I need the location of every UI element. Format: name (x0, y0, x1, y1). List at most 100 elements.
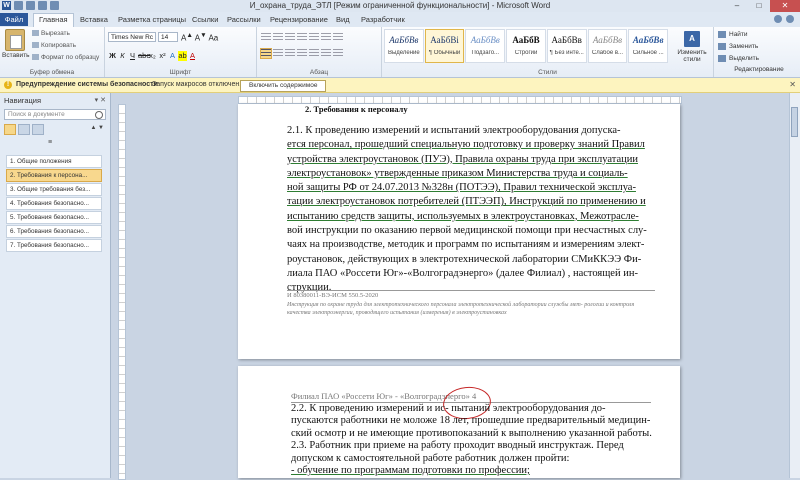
tab-developer[interactable]: Разработчик (356, 14, 410, 26)
document-page-1[interactable]: 2. Требования к персоналу 2.1. К проведе… (238, 104, 680, 359)
paste-label: Вставить (2, 52, 30, 59)
align-left-button[interactable] (260, 48, 272, 59)
underline-button[interactable]: Ч (128, 51, 137, 61)
style-intense-emphasis[interactable]: АаБбВв Сильное ... (628, 29, 669, 63)
superscript-button[interactable]: x² (158, 51, 167, 61)
scrollbar-thumb[interactable] (791, 107, 798, 137)
align-buttons-row (260, 48, 343, 59)
bold-button[interactable]: Ж (108, 51, 117, 61)
align-center-button[interactable] (273, 49, 283, 58)
tab-review[interactable]: Рецензирование (265, 14, 333, 26)
styles-group-label: Стили (538, 69, 557, 76)
line-spacing-button[interactable] (309, 49, 319, 58)
scissors-icon (32, 30, 39, 37)
text-effects-button[interactable]: A (168, 51, 177, 61)
enable-content-button[interactable]: Включить содержимое (240, 80, 327, 92)
document-page-2[interactable]: Филиал ПАО «Россети Юг» - «Волгоградэнер… (238, 366, 680, 478)
style-name: Строгий (514, 50, 538, 56)
text-line: лиала ПАО «Россети Юг»-«Волгоградэнерго»… (287, 267, 638, 279)
maximize-button[interactable]: □ (748, 0, 770, 12)
style-emphasis[interactable]: АаБбВв Выделение (384, 29, 424, 63)
replace-button[interactable]: Заменить (714, 41, 800, 53)
change-styles-button[interactable]: A Изменить стили (672, 31, 712, 63)
cut-button[interactable]: Вырезать (32, 30, 70, 37)
results-view-icon[interactable] (32, 124, 44, 135)
clipboard-group: Вставить Вырезать Копировать Формат по о… (0, 27, 105, 77)
paragraph-2-2[interactable]: 2.2. К проведению измерений и ис- пытани… (291, 403, 653, 477)
collapse-up-icon[interactable]: ≡ (48, 139, 52, 146)
borders-button[interactable] (333, 49, 343, 58)
style-preview: АаБбВв (551, 35, 582, 45)
text-line: роустановок, действующих в электротехнич… (287, 253, 642, 265)
font-color-button[interactable]: A (188, 51, 197, 61)
nav-heading-item[interactable]: 4. Требования безопасно... (6, 197, 102, 210)
nav-heading-item[interactable]: 5. Требования безопасно... (6, 211, 102, 224)
headings-view-icon[interactable] (4, 124, 16, 135)
style-subtle-emphasis[interactable]: АаБбВв Слабое в... (587, 29, 628, 63)
tab-view[interactable]: Вид (331, 14, 355, 26)
nav-heading-item[interactable]: 3. Общие требования без... (6, 183, 102, 196)
navigation-title: Навигация (4, 96, 42, 105)
subscript-button[interactable]: x₂ (148, 51, 157, 61)
find-button[interactable]: Найти (714, 29, 800, 41)
highlight-button[interactable]: ab (178, 51, 187, 61)
show-marks-button[interactable] (333, 33, 343, 42)
tab-file[interactable]: Файл (0, 13, 28, 26)
font-name-box[interactable]: Times New Rc (108, 32, 156, 42)
style-normal[interactable]: АаБбВі ¶ Обычный (424, 29, 465, 63)
pages-view-icon[interactable] (18, 124, 30, 135)
strikethrough-button[interactable]: abc (138, 51, 150, 61)
vertical-ruler[interactable] (118, 104, 126, 480)
style-strong[interactable]: АаБбВ Строгий (506, 29, 546, 63)
style-name: ¶ Без инте... (549, 50, 584, 56)
italic-button[interactable]: К (118, 51, 127, 61)
style-preview: АаБбВв (592, 35, 622, 45)
close-button[interactable]: ✕ (770, 0, 800, 12)
tab-references[interactable]: Ссылки (187, 14, 223, 26)
align-right-button[interactable] (285, 49, 295, 58)
nav-heading-item[interactable]: 7. Требования безопасно... (6, 239, 102, 252)
copy-button[interactable]: Копировать (32, 42, 76, 49)
font-size-box[interactable]: 14 (158, 32, 178, 42)
nav-heading-item[interactable]: 1. Общие положения (6, 155, 102, 168)
multilevel-list-button[interactable] (285, 33, 295, 42)
tab-mailings[interactable]: Рассылки (222, 14, 266, 26)
warning-icon: ! (4, 81, 12, 89)
decrease-indent-button[interactable] (297, 33, 307, 42)
list-buttons-row (261, 33, 343, 42)
navigation-close-icon[interactable]: ▾ ✕ (95, 96, 106, 104)
format-painter-button[interactable]: Формат по образцу (32, 54, 99, 61)
justify-button[interactable] (297, 49, 307, 58)
font-grow-shrink-buttons[interactable]: A▲ A▼ Aa (181, 32, 218, 43)
increase-indent-button[interactable] (309, 33, 319, 42)
search-icon[interactable] (95, 111, 103, 119)
tab-insert[interactable]: Вставка (75, 14, 113, 26)
ribbon-minimize-icon[interactable] (774, 15, 782, 23)
tab-home[interactable]: Главная (33, 13, 74, 27)
style-name: Выделение (387, 50, 420, 56)
style-subtitle[interactable]: АаБбВв Подзаго... (465, 29, 506, 63)
paragraph-group: Абзац (257, 27, 382, 77)
style-name: Сильное ... (632, 50, 664, 56)
paste-button[interactable]: Вставить (2, 29, 30, 59)
minimize-button[interactable]: – (726, 0, 748, 12)
paragraph-2-1[interactable]: 2.1. К проведению измерений и испытаний … (287, 124, 655, 296)
navigation-search-input[interactable]: Поиск в документе (4, 109, 106, 120)
tab-page-layout[interactable]: Разметка страницы (113, 14, 191, 26)
nav-heading-item[interactable]: 2. Требования к персона... (6, 169, 102, 182)
nav-heading-item[interactable]: 6. Требования безопасно... (6, 225, 102, 238)
numbering-button[interactable] (273, 33, 283, 42)
shading-button[interactable] (321, 49, 331, 58)
style-preview: АаБбВі (430, 35, 459, 45)
text-line: 2.3. Работник при приеме на работу прохо… (291, 440, 624, 452)
help-icon[interactable] (786, 15, 794, 23)
sort-button[interactable] (321, 33, 331, 42)
text-line: пускаются работники не моложе 18 лет, пр… (291, 415, 651, 427)
style-no-spacing[interactable]: АаБбВв ¶ Без инте... (546, 29, 587, 63)
navigation-prev-next-arrows[interactable]: ▲ ▼ (90, 125, 104, 131)
vertical-scrollbar[interactable] (789, 93, 800, 478)
close-message-bar-icon[interactable]: ✕ (789, 78, 796, 92)
horizontal-ruler[interactable] (238, 96, 682, 104)
footer-divider (287, 290, 655, 291)
bullets-button[interactable] (261, 33, 271, 42)
